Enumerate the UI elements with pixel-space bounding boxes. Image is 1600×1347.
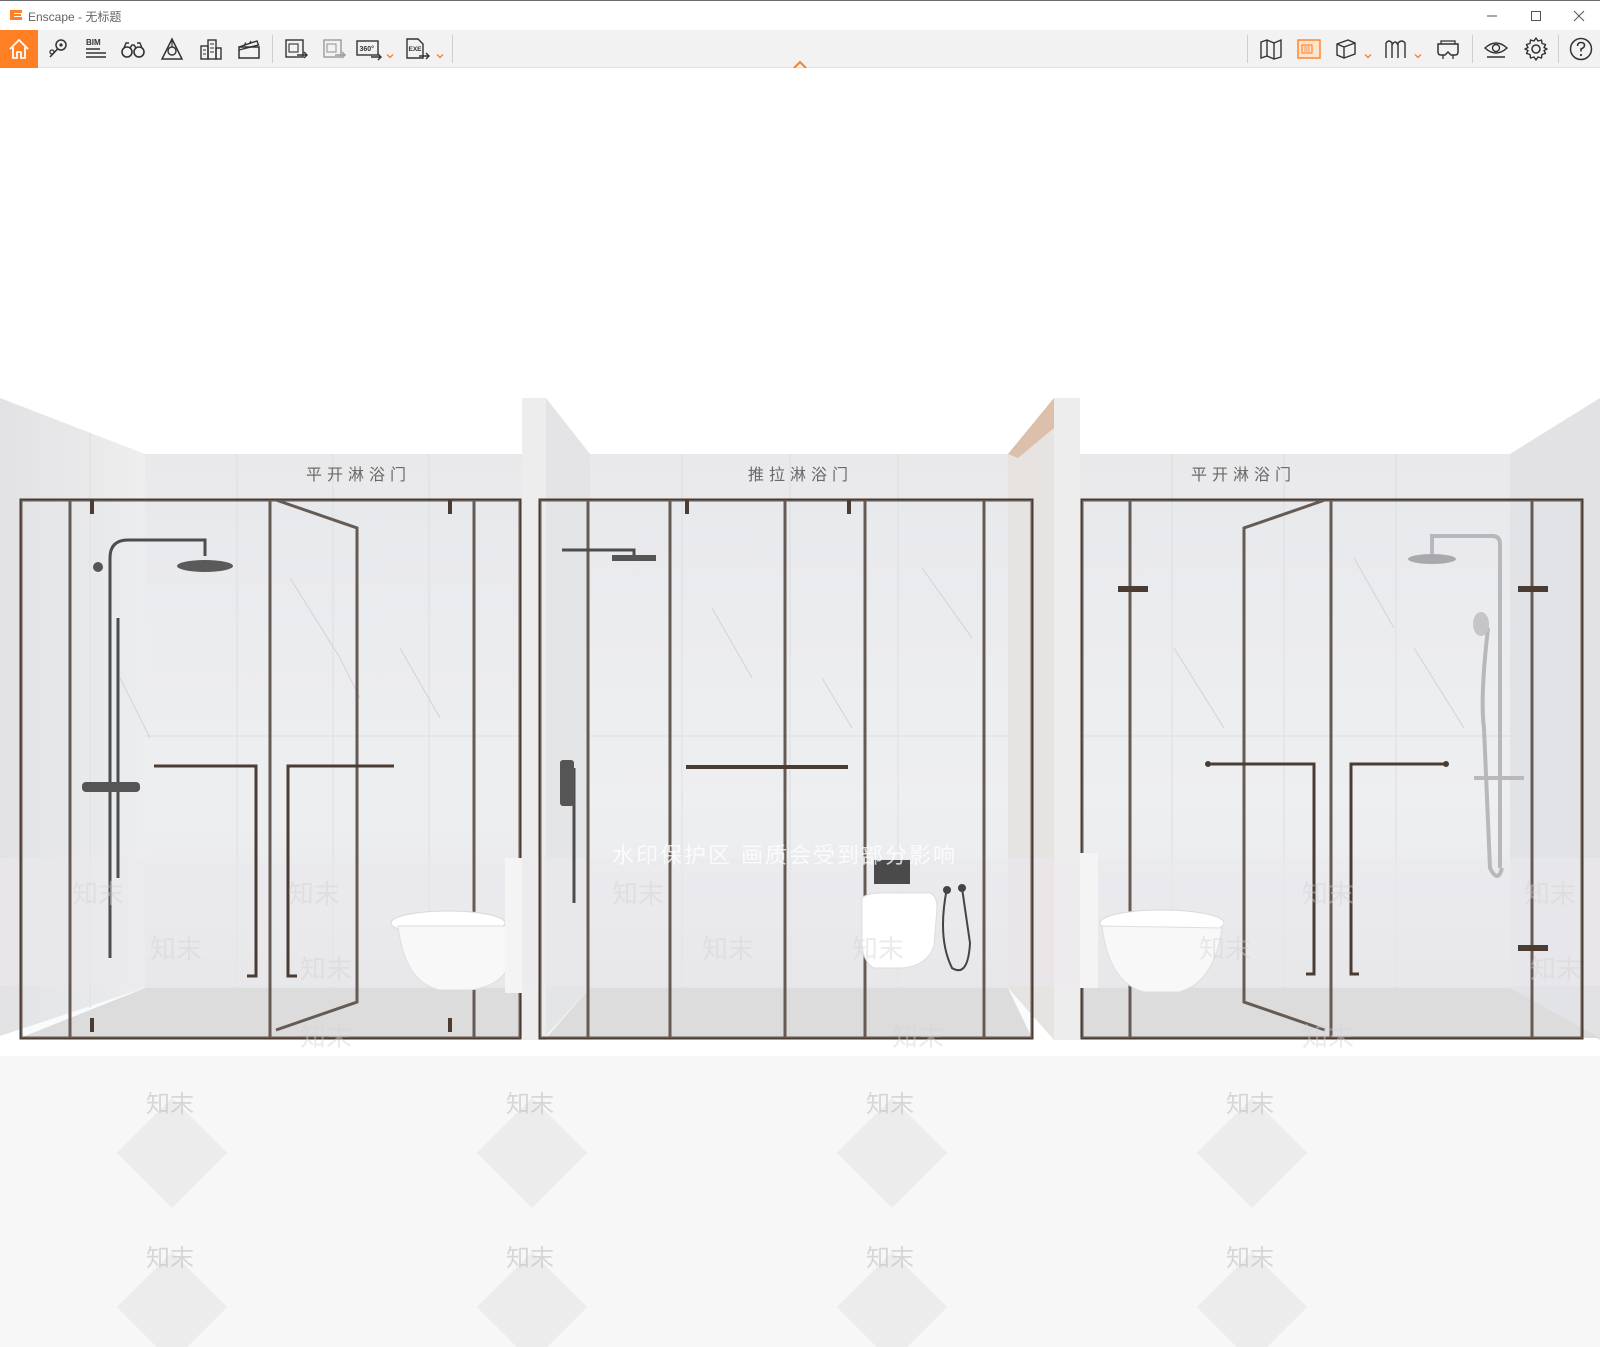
svg-text:知末: 知末 <box>852 935 904 965</box>
toolbar-separator <box>1472 35 1473 63</box>
visual-settings-eye-icon <box>1482 37 1510 61</box>
exe-export-button[interactable]: EXE <box>402 30 432 68</box>
settings-button[interactable] <box>1518 30 1554 68</box>
shower-booth-hinged-left: 知末 知末 知末 知末 知末 <box>0 398 522 1056</box>
watermark-text: 知末 <box>1226 1244 1274 1272</box>
enscape-logo-icon <box>8 7 24 23</box>
svg-text:知末: 知末 <box>1524 880 1576 910</box>
render-viewport[interactable]: 知末 知末 知末 知末 知末 知末 知末 知末 知末 知末 知末 知末 知末 知… <box>0 68 1600 1347</box>
settings-gear-icon <box>1523 36 1549 62</box>
video-editor-button[interactable] <box>232 30 266 68</box>
screenshot-button[interactable] <box>279 30 313 68</box>
vr-headset-button[interactable] <box>1430 30 1466 68</box>
svg-text:知末: 知末 <box>288 880 340 910</box>
watermark-text: 知末 <box>1226 1090 1274 1118</box>
location-pin-icon <box>46 37 70 61</box>
material-library-button[interactable] <box>1292 30 1326 68</box>
watermark-text: 知末 <box>506 1090 554 1118</box>
collapse-toolbar-chevron-up-icon[interactable] <box>792 55 808 69</box>
chevron-down-icon[interactable] <box>1364 45 1372 59</box>
visual-settings-button[interactable] <box>1478 30 1514 68</box>
home-button[interactable] <box>0 30 38 68</box>
svg-text:知末: 知末 <box>300 1023 352 1053</box>
buildings-button[interactable] <box>194 30 228 68</box>
map-button[interactable] <box>1254 30 1288 68</box>
help-icon <box>1568 36 1594 62</box>
minimize-button[interactable] <box>1478 5 1506 27</box>
watermark-text: 知末 <box>506 1244 554 1272</box>
asset-library-icon <box>1383 37 1409 61</box>
booth-2-title: 推拉淋浴门 <box>748 465 854 484</box>
booth-1-title: 平开淋浴门 <box>306 465 412 484</box>
view-cube-button[interactable] <box>1330 30 1362 68</box>
batch-render-icon <box>321 37 347 61</box>
clapperboard-icon <box>236 37 262 61</box>
light-view-button[interactable] <box>155 30 189 68</box>
map-icon <box>1258 37 1284 61</box>
booth-3-title: 平开淋浴门 <box>1191 465 1297 484</box>
svg-text:知末: 知末 <box>1302 1023 1354 1053</box>
svg-text:知末: 知末 <box>1530 955 1582 985</box>
watermark-text: 知末 <box>146 1244 194 1272</box>
window-title: Enscape - 无标题 <box>28 10 122 24</box>
chevron-down-icon[interactable] <box>386 45 394 59</box>
cube-view-icon <box>1333 37 1359 61</box>
svg-text:知末: 知末 <box>702 935 754 965</box>
building-icon <box>198 37 224 61</box>
vr-headset-icon <box>1434 37 1462 61</box>
svg-text:知末: 知末 <box>150 935 202 965</box>
bim-icon: BIM <box>83 36 109 62</box>
material-library-icon <box>1296 37 1322 61</box>
title-bar: Enscape - 无标题 <box>0 0 1600 30</box>
help-button[interactable] <box>1564 30 1598 68</box>
exe-label: EXE <box>409 46 423 53</box>
toolbar-separator <box>1247 35 1248 63</box>
svg-text:知末: 知末 <box>1199 935 1251 965</box>
panorama-icon: 360° <box>355 37 383 61</box>
svg-text:知末: 知末 <box>72 880 124 910</box>
maximize-button[interactable] <box>1522 5 1550 27</box>
shower-booth-sliding: 知末 知末 知末 知末 <box>522 398 1054 1056</box>
batch-render-button[interactable] <box>317 30 351 68</box>
exe-export-icon: EXE <box>403 37 431 61</box>
chevron-down-icon[interactable] <box>1414 45 1422 59</box>
bim-button[interactable]: BIM <box>79 30 113 68</box>
location-button[interactable] <box>41 30 75 68</box>
watermark-text: 知末 <box>146 1090 194 1118</box>
svg-text:知末: 知末 <box>1302 880 1354 910</box>
screenshot-export-icon <box>283 37 309 61</box>
asset-library-button[interactable] <box>1380 30 1412 68</box>
watermark-text: 知末 <box>866 1244 914 1272</box>
home-icon <box>7 37 31 61</box>
binoculars-icon <box>120 37 146 61</box>
watermark-text: 知末 <box>866 1090 914 1118</box>
panorama-label: 360° <box>360 45 375 53</box>
toolbar-separator <box>452 35 453 63</box>
close-button[interactable] <box>1565 5 1593 27</box>
chevron-down-icon[interactable] <box>436 45 444 59</box>
bim-label: BIM <box>86 38 101 47</box>
svg-text:知末: 知末 <box>300 955 352 985</box>
toolbar-separator <box>1558 35 1559 63</box>
walk-mode-button[interactable] <box>116 30 150 68</box>
svg-text:知末: 知末 <box>612 880 664 910</box>
shower-booth-hinged-right: 知末 知末 知末 知末 知末 <box>1054 398 1600 1056</box>
panorama-button[interactable]: 360° <box>354 30 384 68</box>
svg-text:知末: 知末 <box>892 1023 944 1053</box>
toolbar-separator <box>272 35 273 63</box>
floor-area <box>0 1056 1600 1347</box>
watermark-protection-notice: 水印保护区 画质会受到部分影响 <box>612 844 957 869</box>
light-view-icon <box>159 36 185 62</box>
